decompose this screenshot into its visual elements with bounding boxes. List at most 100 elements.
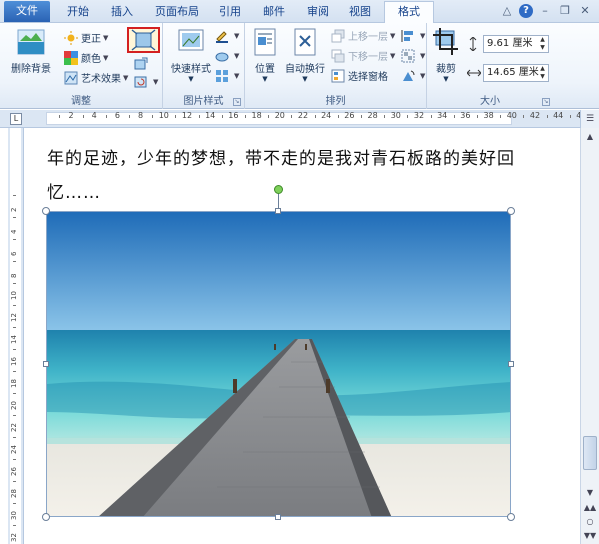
paragraph-line-1[interactable]: 年的足迹，少年的梦想，带不走的是我对青石板路的美好回 — [47, 144, 515, 169]
change-picture-button[interactable] — [134, 55, 151, 72]
vertical-ruler-tick — [13, 261, 16, 262]
artistic-effects-button[interactable]: 艺术效果 ▼ — [64, 69, 128, 86]
minimize-window-icon[interactable]: – — [537, 3, 553, 19]
ruler-number: 40 — [506, 111, 517, 120]
ruler-number: 38 — [483, 111, 494, 120]
vertical-ruler-tick — [13, 371, 16, 372]
width-spinner[interactable]: 14.65 厘米 ▲ ▼ — [483, 64, 549, 82]
bring-forward-icon — [331, 29, 345, 43]
height-spinner-arrows-icon[interactable]: ▲ ▼ — [538, 36, 547, 52]
vertical-ruler-number: 18 — [10, 379, 18, 388]
vertical-ruler-tick — [13, 217, 16, 218]
vertical-ruler-tick — [13, 239, 16, 240]
view-ruler-icon[interactable]: ☰ — [580, 110, 599, 128]
height-spinner[interactable]: 9.61 厘米 ▲ ▼ — [483, 35, 549, 53]
tab-format[interactable]: 格式 — [384, 1, 434, 23]
picture-effects-button[interactable]: ▼ — [215, 47, 239, 64]
ruler-number: 36 — [460, 111, 471, 120]
tab-home[interactable]: 开始 — [56, 2, 100, 23]
tab-mailings[interactable]: 邮件 — [254, 2, 294, 23]
pencil-border-icon — [215, 29, 229, 43]
document-page[interactable]: 年的足迹，少年的梦想，带不走的是我对青石板路的美好回 忆…… — [24, 128, 580, 544]
quick-styles-button[interactable]: 快速样式 ▼ — [167, 27, 215, 83]
vertical-ruler-tick — [13, 327, 16, 328]
vertical-ruler-number: 26 — [10, 467, 18, 476]
ruler-tick — [361, 115, 362, 118]
tab-references[interactable]: 引用 — [210, 2, 250, 23]
resize-handle-top[interactable] — [275, 208, 281, 214]
ruler-tick — [407, 115, 409, 118]
vertical-ruler-number: 16 — [10, 357, 18, 366]
group-label-picture-styles: 图片样式 — [183, 96, 224, 107]
ruler-number: 14 — [205, 111, 216, 120]
resize-handle-bottom-left[interactable] — [42, 513, 50, 521]
ruler-tick — [175, 115, 177, 118]
scroll-up-icon[interactable]: ▲ — [581, 130, 599, 144]
tab-insert[interactable]: 插入 — [102, 2, 142, 23]
resize-handle-bottom-right[interactable] — [507, 513, 515, 521]
selected-picture[interactable] — [46, 211, 511, 517]
remove-background-icon — [17, 29, 45, 55]
horizontal-ruler[interactable]: L 2 4 6 8 10 12 14 16 18 20 22 24 26 28 30 32 34 36 38 40 42… — [0, 110, 586, 128]
tab-page-layout[interactable]: 页面布局 — [146, 2, 208, 23]
group-objects-button[interactable]: ▼ — [401, 47, 425, 64]
picture-layout-button[interactable]: ▼ — [215, 67, 239, 84]
ruler-tick — [59, 115, 61, 118]
group-label-size: 大小 — [480, 96, 500, 107]
resize-handle-left[interactable] — [43, 361, 49, 367]
rotate-button[interactable]: ▼ — [401, 67, 425, 84]
artistic-effects-icon — [64, 71, 78, 85]
tab-file[interactable]: 文件 — [4, 1, 50, 22]
vertical-scrollbar[interactable]: ▲ ▼ ▲▲ ○ ▼▼ — [580, 128, 599, 544]
tab-review[interactable]: 审阅 — [298, 2, 338, 23]
next-page-icon[interactable]: ▼▼ — [581, 529, 599, 543]
position-button[interactable]: 位置 ▼ — [247, 27, 283, 83]
width-spinner-arrows-icon[interactable]: ▲ ▼ — [538, 65, 547, 81]
picture-effects-icon — [215, 49, 229, 63]
restore-window-icon[interactable]: ❐ — [557, 3, 573, 19]
minimize-ribbon-icon[interactable]: △ — [499, 3, 515, 19]
align-icon — [401, 29, 415, 43]
select-browse-object-icon[interactable]: ○ — [581, 515, 599, 529]
corrections-button[interactable]: 更正 ▼ — [64, 29, 108, 46]
group-objects-icon — [401, 49, 415, 63]
ruler-number: 22 — [297, 111, 309, 120]
close-window-icon[interactable]: ✕ — [577, 3, 593, 19]
ruler-tick — [453, 115, 455, 118]
scroll-down-icon[interactable]: ▼ — [581, 486, 599, 500]
scroll-thumb[interactable] — [583, 436, 597, 470]
compress-pictures-button-highlighted[interactable] — [127, 27, 160, 53]
rotate-handle-icon[interactable] — [274, 185, 283, 194]
picture-border-button[interactable]: ▼ — [215, 27, 239, 44]
align-button[interactable]: ▼ — [401, 27, 425, 44]
remove-background-button[interactable]: 删除背景 — [6, 27, 56, 75]
ruler-number: 16 — [228, 111, 239, 120]
reset-picture-button[interactable]: ▼ — [134, 73, 158, 90]
selection-pane-button[interactable]: 选择窗格 — [331, 67, 388, 84]
wrap-text-button[interactable]: 自动换行 ▼ — [283, 27, 327, 83]
tab-view[interactable]: 视图 — [340, 2, 380, 23]
color-button[interactable]: 颜色 ▼ — [64, 49, 108, 66]
resize-handle-bottom[interactable] — [275, 514, 281, 520]
resize-handle-right[interactable] — [508, 361, 514, 367]
previous-page-icon[interactable]: ▲▲ — [581, 501, 599, 515]
send-backward-button[interactable]: 下移一层 ▼ — [331, 47, 395, 64]
vertical-ruler[interactable]: 2 4 6 8 10 12 14 16 18 20 22 24 26 28 30 32 — [8, 128, 24, 544]
picture-styles-launcher-icon[interactable]: ↘ — [233, 98, 241, 106]
resize-handle-top-left[interactable] — [42, 207, 50, 215]
ruler-tick — [245, 115, 246, 118]
paragraph-line-2[interactable]: 忆…… — [47, 178, 101, 203]
ruler-tick — [523, 115, 525, 118]
crop-button[interactable]: 裁剪 ▼ — [429, 27, 463, 83]
ruler-tick — [105, 115, 107, 118]
vertical-ruler-tick — [13, 503, 16, 504]
vertical-ruler-tick — [13, 349, 16, 350]
vertical-ruler-number: 10 — [10, 291, 18, 300]
size-launcher-icon[interactable]: ↘ — [542, 98, 550, 106]
resize-handle-top-right[interactable] — [507, 207, 515, 215]
tab-selector-button[interactable]: L — [10, 113, 22, 125]
help-icon[interactable]: ? — [519, 4, 533, 18]
ruler-number: 6 — [114, 111, 120, 120]
quick-styles-icon — [178, 29, 204, 51]
bring-forward-button[interactable]: 上移一层 ▼ — [331, 27, 395, 44]
